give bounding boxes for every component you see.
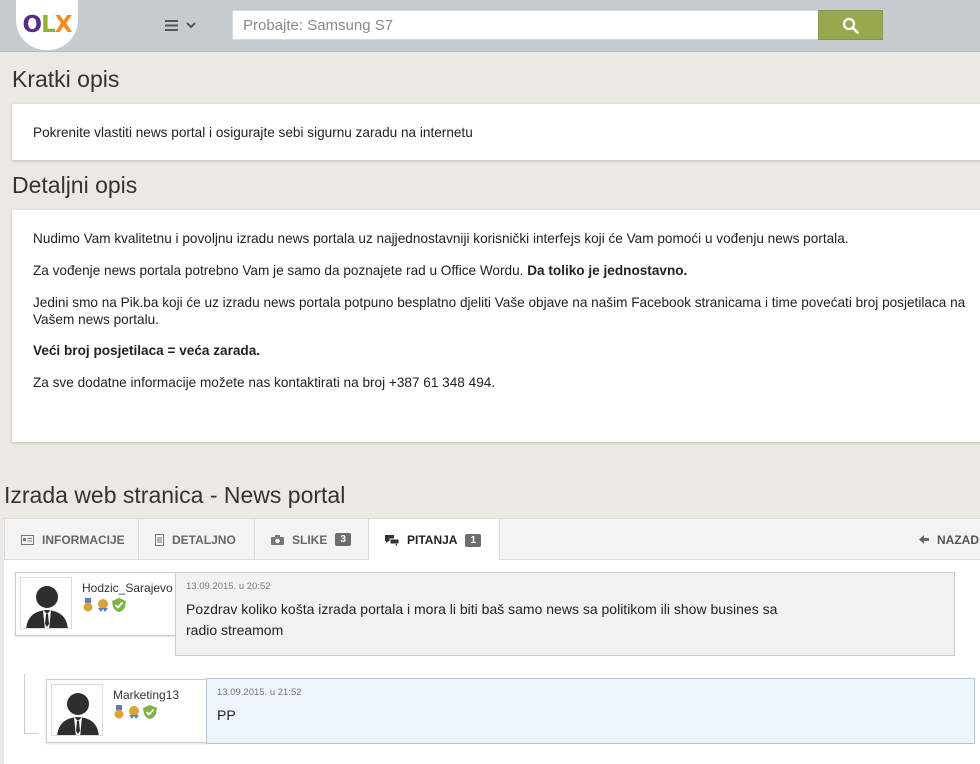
username[interactable]: Hodzic_Sarajevo [82,581,173,595]
chevron-down-icon [185,21,196,28]
olx-logo[interactable]: OLX [16,0,78,50]
award-badge-icon [98,599,108,612]
answer-bubble: 13.09.2015. u 21:52 PP [206,678,975,744]
chat-icon [385,534,399,546]
username[interactable]: Marketing13 [113,688,179,702]
document-icon [155,533,164,546]
tab-label: INFORMACIJE [42,532,125,547]
description-bold-text: Veći broj posjetilaca = veća zarada. [33,343,261,358]
tab-label: DETALJNO [172,532,236,547]
short-description-text: Pokrenite vlastiti news portal i osigura… [33,125,473,140]
back-label: NAZAD [937,532,979,547]
description-paragraph: Za sve dodatne informacije možete nas ko… [33,375,496,390]
verified-shield-icon [143,705,157,719]
back-button[interactable]: NAZAD [919,519,979,560]
question-text-line: radio streamom [186,622,284,638]
user-badges [82,598,126,612]
id-card-icon [21,534,34,545]
detailed-description-heading: Detaljni opis [12,172,138,198]
answer-text: PP [217,707,236,723]
description-paragraph: Veći broj posjetilaca = veća zarada. [33,342,971,359]
user-badges [113,705,157,719]
question-text-line: Pozdrav koliko košta izrada portala i mo… [186,601,778,617]
avatar[interactable] [20,577,72,629]
user-card: Marketing13 [46,679,208,743]
answer-timestamp: 13.09.2015. u 21:52 [217,687,302,698]
question-text: Pozdrav koliko košta izrada portala i mo… [186,599,944,641]
short-description-heading: Kratki opis [12,66,120,92]
verified-shield-icon [112,598,126,612]
tab-pitanja[interactable]: PITANJA 1 [369,519,500,561]
tab-slike[interactable]: SLIKE 3 [255,519,369,560]
tab-informacije[interactable]: INFORMACIJE [5,519,139,560]
logo-letter-x: X [54,12,73,38]
arrow-left-icon [919,535,929,544]
logo-letter-o: O [22,12,43,38]
questions-count-badge: 1 [465,533,482,547]
user-card: Hodzic_Sarajevo [15,572,177,636]
description-bold-text: Da toliko je jednostavno. [527,263,688,278]
award-badge-icon [129,706,139,719]
description-paragraph: Jedini smo na Pik.ba koji će uz izradu n… [33,295,966,327]
tab-detaljno[interactable]: DETALJNO [139,519,255,560]
medal-badge-icon [83,598,93,612]
camera-icon [271,534,284,545]
description-text: Za vođenje news portala potrebno Vam je … [33,263,528,278]
question-timestamp: 13.09.2015. u 20:52 [186,581,271,592]
tab-label: SLIKE [292,532,328,547]
reply-connector [24,674,38,734]
description-paragraph: Nudimo Vam kvalitetnu i povoljnu izradu … [33,231,849,246]
ad-title: Izrada web stranica - News portal [4,482,346,508]
medal-badge-icon [114,705,124,719]
images-count-badge: 3 [335,533,351,546]
top-bar: OLX [0,0,980,52]
question-bubble: 13.09.2015. u 20:52 Pozdrav koliko košta… [175,572,955,656]
search-input[interactable] [232,10,819,40]
short-description-card: Pokrenite vlastiti news portal i osigura… [12,104,980,160]
description-paragraph: Za vođenje news portala potrebno Vam je … [33,262,971,279]
menu-toggle[interactable] [158,12,202,38]
hamburger-icon [164,19,178,31]
search-button[interactable] [818,10,883,40]
tabs-bar: INFORMACIJE DETALJNO SLIKE 3 PITANJA 1 N… [4,518,980,561]
search-icon [842,17,859,34]
avatar[interactable] [51,684,103,736]
logo-letter-l: L [41,12,56,38]
tab-label: PITANJA [407,533,458,547]
detailed-description-card: Nudimo Vam kvalitetnu i povoljnu izradu … [12,210,980,442]
